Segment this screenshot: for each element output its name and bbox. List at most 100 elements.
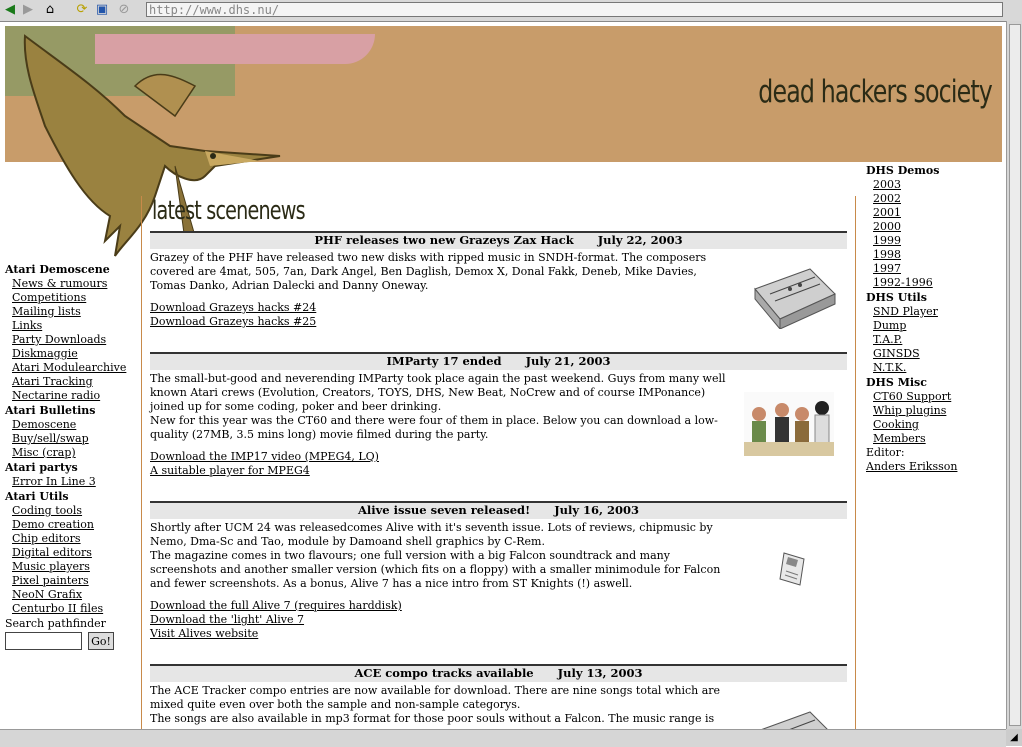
nav-section-title: Atari Demoscene <box>5 263 110 276</box>
right-divider <box>855 196 856 730</box>
news-date: July 16, 2003 <box>554 503 640 517</box>
open-icon[interactable]: ▣ <box>94 2 110 18</box>
nav-link-cooking[interactable]: Cooking <box>873 418 919 431</box>
news-item: Alive issue seven released! July 16, 200… <box>150 501 847 641</box>
nav-link-tap[interactable]: T.A.P. <box>873 333 902 346</box>
news-headline: ACE compo tracks available July 13, 2003 <box>150 664 847 682</box>
nav-link-centurbo-files[interactable]: Centurbo II files <box>12 602 103 615</box>
news-link[interactable]: Download the full Alive 7 (requires hard… <box>150 599 402 612</box>
nav-link-diskmaggie[interactable]: Diskmaggie <box>12 347 78 360</box>
nav-link-neon-grafix[interactable]: NeoN Grafix <box>12 588 82 601</box>
floppy-disk-image <box>779 552 805 586</box>
nav-link-coding-tools[interactable]: Coding tools <box>12 504 82 517</box>
nav-link-buy-sell-swap[interactable]: Buy/sell/swap <box>12 432 89 445</box>
resize-handle-icon[interactable]: ◢ <box>1006 729 1022 746</box>
nav-section-title: Atari Bulletins <box>5 404 96 417</box>
news-headline: PHF releases two new Grazeys Zax Hack Ju… <box>150 231 847 249</box>
horizontal-scrollbar[interactable] <box>0 729 1006 747</box>
news-link[interactable]: Download Grazeys hacks #24 <box>150 301 316 314</box>
stop-icon[interactable]: ⊘ <box>116 2 132 18</box>
nav-section-title: DHS Utils <box>866 291 927 304</box>
nav-link-demo-1997[interactable]: 1997 <box>873 262 901 275</box>
nav-link-links[interactable]: Links <box>12 319 42 332</box>
back-icon[interactable]: ◀ <box>2 2 18 18</box>
nav-link-competitions[interactable]: Competitions <box>12 291 86 304</box>
nav-section-title: DHS Misc <box>866 376 927 389</box>
url-field[interactable]: http://www.dhs.nu/ <box>146 2 1003 17</box>
news-date: July 22, 2003 <box>597 233 683 247</box>
home-icon[interactable]: ⌂ <box>42 2 58 18</box>
nav-link-demo-2000[interactable]: 2000 <box>873 220 901 233</box>
nav-link-ginsds[interactable]: GINSDS <box>873 347 920 360</box>
editor-label: Editor: <box>866 446 905 459</box>
nav-link-modulearchive[interactable]: Atari Modulearchive <box>12 361 126 374</box>
nav-link-demo-2003[interactable]: 2003 <box>873 178 901 191</box>
nav-link-ct60-support[interactable]: CT60 Support <box>873 390 951 403</box>
nav-link-demo-creation[interactable]: Demo creation <box>12 518 94 531</box>
left-divider <box>141 196 142 730</box>
news-paragraph: Grazey of the PHF have released two new … <box>150 251 707 292</box>
news-item: IMParty 17 ended July 21, 2003 The small… <box>150 352 847 478</box>
nav-link-mailing-lists[interactable]: Mailing lists <box>12 305 81 318</box>
drum-machine-image <box>754 268 836 329</box>
nav-link-nectarine-radio[interactable]: Nectarine radio <box>12 389 100 402</box>
news-title: PHF releases two new Grazeys Zax Hack <box>314 233 574 247</box>
nav-link-demo-1999[interactable]: 1999 <box>873 234 901 247</box>
news-date: July 13, 2003 <box>557 666 643 680</box>
news-paragraph: The small-but-good and neverending IMPar… <box>150 372 726 413</box>
nav-link-misc[interactable]: Misc (crap) <box>12 446 76 459</box>
news-title: ACE compo tracks available <box>354 666 534 680</box>
news-date: July 21, 2003 <box>525 354 611 368</box>
nav-section-title: Atari Utils <box>5 490 69 503</box>
news-title: IMParty 17 ended <box>386 354 502 368</box>
nav-link-members[interactable]: Members <box>873 432 926 445</box>
nav-link-dump[interactable]: Dump <box>873 319 906 332</box>
vertical-scrollbar[interactable] <box>1006 21 1022 729</box>
news-headline: Alive issue seven released! July 16, 200… <box>150 501 847 519</box>
reload-icon[interactable]: ⟳ <box>74 2 90 18</box>
editor-link[interactable]: Anders Eriksson <box>866 460 957 473</box>
nav-link-demoscene[interactable]: Demoscene <box>12 418 76 431</box>
search-go-button[interactable]: Go! <box>88 632 114 650</box>
search-label: Search pathfinder <box>5 617 106 630</box>
left-navigation: Atari Demoscene News & rumours Competiti… <box>5 262 135 650</box>
site-title: dead hackers society <box>758 74 993 110</box>
news-link[interactable]: Visit Alives website <box>150 627 258 640</box>
browser-toolbar: ◀ ▶ ⌂ ⟳ ▣ ⊘ http://www.dhs.nu/ <box>0 0 1022 22</box>
nav-section-title: DHS Demos <box>866 164 940 177</box>
news-item: ACE compo tracks available July 13, 2003… <box>150 664 847 742</box>
nav-link-news-rumours[interactable]: News & rumours <box>12 277 107 290</box>
news-title: Alive issue seven released! <box>357 503 531 517</box>
nav-link-pixel-painters[interactable]: Pixel painters <box>12 574 89 587</box>
nav-link-chip-editors[interactable]: Chip editors <box>12 532 81 545</box>
nav-link-demo-2002[interactable]: 2002 <box>873 192 901 205</box>
news-item: PHF releases two new Grazeys Zax Hack Ju… <box>150 231 847 329</box>
nav-link-party-downloads[interactable]: Party Downloads <box>12 333 106 346</box>
nav-link-whip-plugins[interactable]: Whip plugins <box>873 404 946 417</box>
news-paragraph: Shortly after UCM 24 was releasedcomes A… <box>150 521 713 548</box>
news-link[interactable]: Download the 'light' Alive 7 <box>150 613 304 626</box>
news-paragraph: The magazine comes in two flavours; one … <box>150 549 721 590</box>
nav-link-ntk[interactable]: N.T.K. <box>873 361 906 374</box>
nav-link-music-players[interactable]: Music players <box>12 560 90 573</box>
news-link[interactable]: Download Grazeys hacks #25 <box>150 315 316 328</box>
news-headline: IMParty 17 ended July 21, 2003 <box>150 352 847 370</box>
search-input[interactable] <box>5 632 82 650</box>
nav-link-demo-1992-1996[interactable]: 1992-1996 <box>873 276 933 289</box>
nav-link-demo-2001[interactable]: 2001 <box>873 206 901 219</box>
forward-icon[interactable]: ▶ <box>20 2 36 18</box>
nav-link-digital-editors[interactable]: Digital editors <box>12 546 92 559</box>
party-photo-image <box>744 392 834 456</box>
news-heading: latest scenenews <box>152 196 306 226</box>
news-paragraph: The songs are also available in mp3 form… <box>150 712 715 725</box>
nav-link-error-in-line-3[interactable]: Error In Line 3 <box>12 475 96 488</box>
nav-link-atari-tracking[interactable]: Atari Tracking <box>12 375 93 388</box>
nav-link-demo-1998[interactable]: 1998 <box>873 248 901 261</box>
news-link[interactable]: Download the IMP17 video (MPEG4, LQ) <box>150 450 379 463</box>
nav-section-title: Atari partys <box>5 461 78 474</box>
news-paragraph: New for this year was the CT60 and there… <box>150 414 718 441</box>
news-link[interactable]: A suitable player for MPEG4 <box>150 464 310 477</box>
nav-link-snd-player[interactable]: SND Player <box>873 305 938 318</box>
news-paragraph: The ACE Tracker compo entries are now av… <box>150 684 721 711</box>
scrollbar-thumb[interactable] <box>1009 24 1021 726</box>
